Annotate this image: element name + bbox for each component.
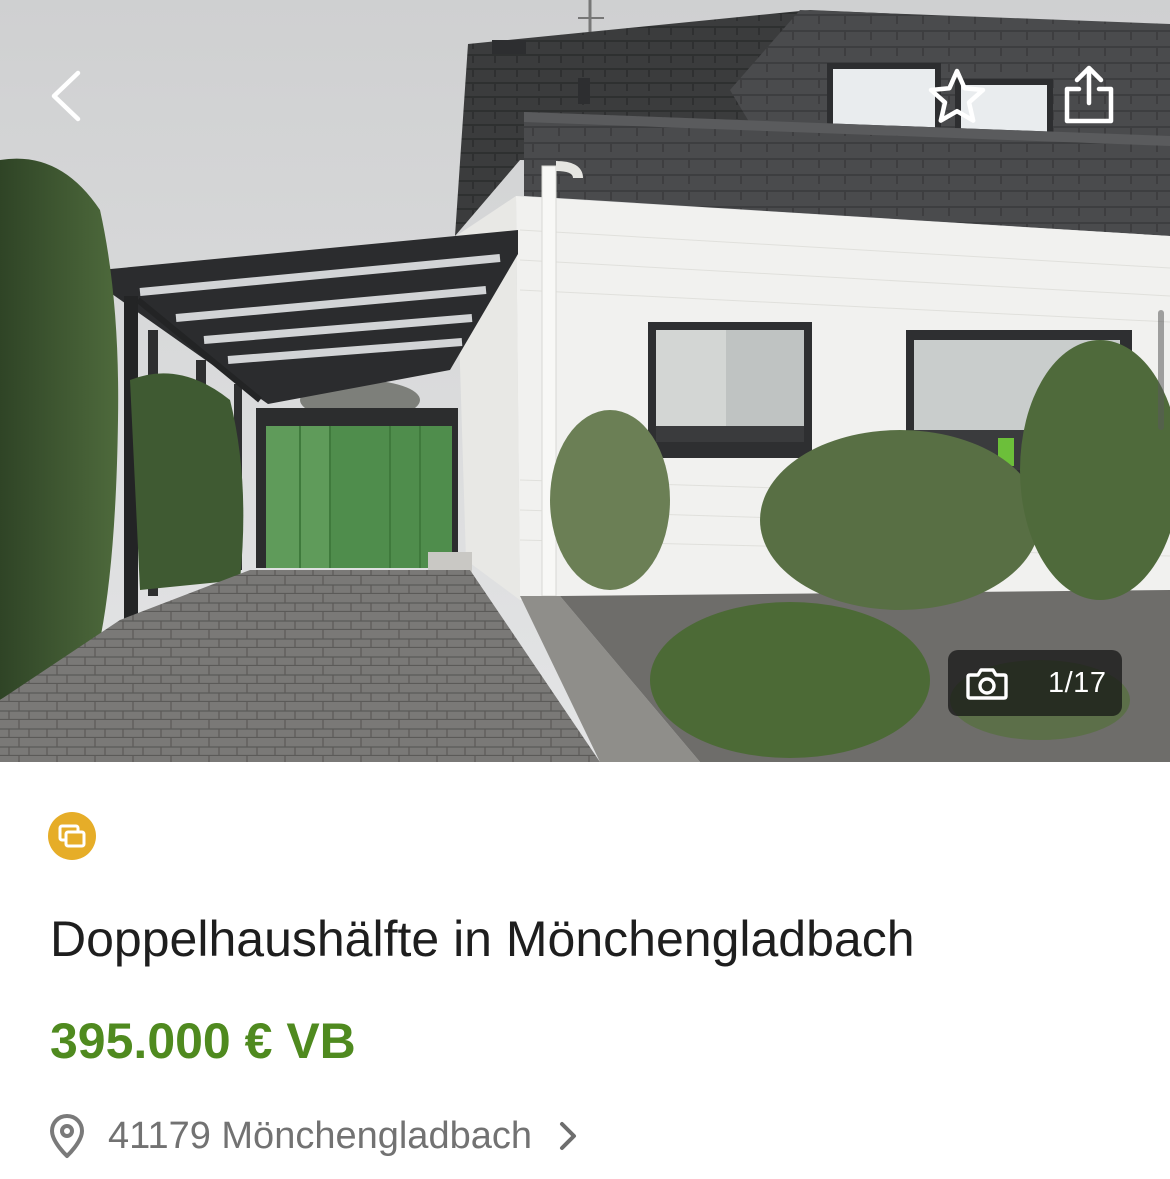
location-link[interactable]: 41179 Mönchengladbach: [48, 1104, 578, 1168]
back-button[interactable]: [30, 58, 100, 134]
listing-photo[interactable]: 1/17: [0, 0, 1170, 762]
star-outline-icon: [928, 68, 986, 123]
map-pin-icon: [50, 1114, 84, 1158]
camera-icon: [966, 668, 1008, 700]
gallery-badge-icon: [58, 824, 86, 848]
gallery-badge: [48, 812, 96, 860]
favorite-button[interactable]: [918, 60, 996, 134]
photo-counter-text: 1/17: [1048, 666, 1107, 699]
photo-counter[interactable]: 1/17: [948, 650, 1122, 716]
chevron-left-icon: [51, 70, 81, 122]
share-icon: [1064, 65, 1114, 124]
listing-price: 395.000 € VB: [50, 1013, 356, 1069]
listing-detail-screen: 1/17 Doppelhaushälfte in Mönchengladbach…: [0, 0, 1170, 1179]
share-button[interactable]: [1048, 56, 1130, 134]
chevron-right-icon: [559, 1122, 576, 1150]
scroll-indicator: [1158, 310, 1164, 430]
location-text: 41179 Mönchengladbach: [108, 1114, 532, 1157]
listing-title: Doppelhaushälfte in Mönchengladbach: [50, 911, 915, 967]
